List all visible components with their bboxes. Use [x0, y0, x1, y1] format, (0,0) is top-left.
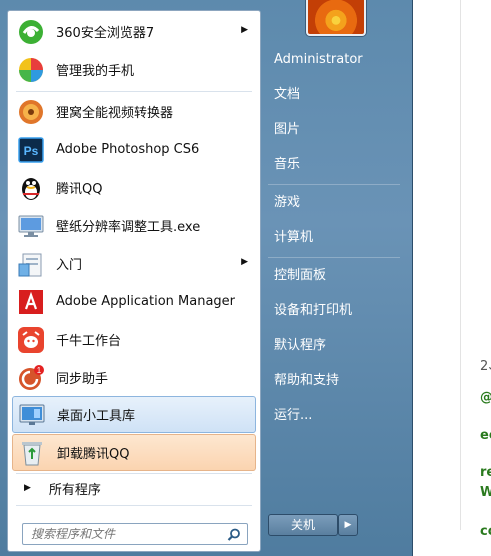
program-item-qianniu[interactable]: 千牛工作台 — [12, 321, 256, 358]
separator — [16, 91, 252, 92]
program-label: Adobe Photoshop CS6 — [56, 142, 200, 157]
right-item-pictures[interactable]: 图片 — [266, 116, 406, 144]
adobe-icon — [16, 287, 46, 317]
right-item-user[interactable]: Administrator — [266, 46, 406, 74]
qq-penguin-icon — [16, 173, 46, 203]
program-label: 千牛工作台 — [56, 334, 122, 349]
video-converter-icon — [16, 97, 46, 127]
right-item-documents[interactable]: 文档 — [266, 81, 406, 109]
doc-text-line: re — [480, 465, 491, 480]
doc-text-line: cc — [480, 524, 491, 539]
doc-text-line: ec — [480, 428, 491, 443]
program-item-uninstall-qq[interactable]: 卸载腾讯QQ — [12, 434, 256, 471]
submenu-arrow-icon: ▶ — [241, 257, 248, 267]
doc-text-line: @ — [480, 390, 491, 405]
right-item-help-support[interactable]: 帮助和支持 — [266, 367, 406, 395]
search-icon[interactable] — [227, 527, 241, 546]
submenu-arrow-icon: ▶ — [241, 25, 248, 35]
program-item-sync-assistant[interactable]: 1 同步助手 — [12, 359, 256, 396]
program-label: 桌面小工具库 — [57, 409, 136, 424]
right-item-music[interactable]: 音乐 — [266, 151, 406, 179]
program-label: 入门 — [56, 258, 83, 273]
search-input[interactable] — [29, 526, 223, 542]
right-item-computer[interactable]: 计算机 — [266, 224, 406, 252]
search-box[interactable] — [22, 523, 248, 545]
notification-badge: 1 — [37, 366, 42, 375]
program-label: 管理我的手机 — [56, 64, 135, 79]
right-item-devices-printers[interactable]: 设备和打印机 — [266, 297, 406, 325]
user-avatar[interactable] — [306, 0, 366, 36]
background-document: 2、 @ ec re W cc — [412, 0, 491, 556]
shutdown-button[interactable]: 关机 — [268, 514, 338, 536]
start-menu: 360安全浏览器7 ▶ 管理我的手机 狸窝全能视频转换器 Ps Adobe Ph… — [0, 0, 413, 556]
right-item-default-programs[interactable]: 默认程序 — [266, 332, 406, 360]
gadgets-icon — [17, 400, 47, 430]
program-item-qq[interactable]: 腾讯QQ — [12, 169, 256, 206]
shutdown-options-arrow-icon[interactable]: ▶ — [338, 514, 358, 536]
recycle-bin-icon — [17, 438, 47, 468]
programs-pane: 360安全浏览器7 ▶ 管理我的手机 狸窝全能视频转换器 Ps Adobe Ph… — [7, 10, 261, 552]
qianniu-icon — [16, 325, 46, 355]
sync-assistant-icon: 1 — [16, 363, 46, 393]
separator — [16, 505, 252, 506]
program-label: 360安全浏览器7 — [56, 26, 155, 41]
photoshop-icon: Ps — [16, 135, 46, 165]
right-item-run[interactable]: 运行... — [266, 402, 406, 430]
program-item-wallpaper-tool[interactable]: 壁纸分辨率调整工具.exe — [12, 207, 256, 244]
doc-text-line: 2、 — [480, 359, 491, 374]
separator — [16, 473, 252, 474]
program-label: 腾讯QQ — [56, 182, 103, 197]
program-label: 壁纸分辨率调整工具.exe — [56, 220, 201, 235]
document-border — [460, 0, 461, 530]
program-item-adobe-app-manager[interactable]: Adobe Application Manager — [12, 283, 256, 320]
360-browser-icon — [16, 17, 46, 47]
separator — [268, 184, 400, 185]
program-label: 卸载腾讯QQ — [57, 447, 130, 462]
program-item-360-browser[interactable]: 360安全浏览器7 ▶ — [12, 13, 256, 50]
right-item-games[interactable]: 游戏 — [266, 189, 406, 217]
phone-manager-icon — [16, 55, 46, 85]
program-label: 同步助手 — [56, 372, 109, 387]
monitor-icon — [16, 211, 46, 241]
program-item-video-converter[interactable]: 狸窝全能视频转换器 — [12, 93, 256, 130]
program-item-phone-manager[interactable]: 管理我的手机 — [12, 51, 256, 88]
program-item-photoshop[interactable]: Ps Adobe Photoshop CS6 — [12, 131, 256, 168]
program-item-getting-started[interactable]: 入门 ▶ — [12, 245, 256, 282]
photoshop-badge: Ps — [24, 144, 39, 158]
right-item-control-panel[interactable]: 控制面板 — [266, 262, 406, 290]
getting-started-icon — [16, 249, 46, 279]
separator — [268, 257, 400, 258]
all-programs-button[interactable]: ▶ 所有程序 — [12, 477, 256, 499]
all-programs-label: 所有程序 — [48, 482, 101, 498]
triangle-right-icon: ▶ — [24, 483, 31, 493]
program-item-gadgets[interactable]: 桌面小工具库 — [12, 396, 256, 433]
doc-text-line: W — [480, 485, 491, 500]
program-label: Adobe Application Manager — [56, 294, 236, 309]
program-label: 狸窝全能视频转换器 — [56, 106, 174, 121]
